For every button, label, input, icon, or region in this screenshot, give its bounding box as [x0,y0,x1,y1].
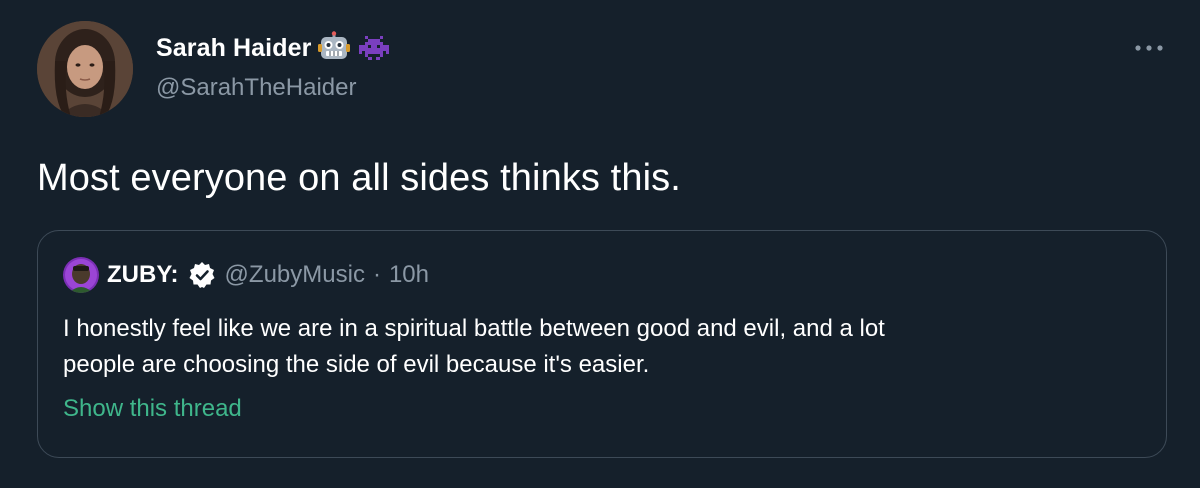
quoted-author-avatar [63,257,99,293]
quoted-author-handle: @ZubyMusic [224,261,365,288]
separator-dot: · [372,261,381,288]
quoted-tweet-text-line: I honestly feel like we are in a spiritu… [63,315,885,342]
quoted-author-display-name: ZUBY: [107,261,179,288]
more-options-icon[interactable] [1131,38,1167,58]
space-invader-emoji-icon [357,31,391,65]
robot-emoji-icon [317,31,351,65]
quoted-tweet-text-line: people are choosing the side of evil bec… [63,351,650,378]
author-handle[interactable]: @SarahTheHaider [156,74,356,102]
author-avatar[interactable] [37,21,133,117]
tweet-card: Sarah Haider @SarahTheHaider Most everyo… [0,0,1200,488]
author-name-row: Sarah Haider [156,31,391,65]
quoted-tweet-header: ZUBY: @ZubyMusic · 10h [63,255,429,295]
quoted-tweet[interactable]: ZUBY: @ZubyMusic · 10h I honestly feel l… [37,230,1167,458]
quoted-tweet-text: I honestly feel like we are in a spiritu… [63,311,1143,383]
quoted-tweet-time: 10h [388,261,429,288]
verified-badge-icon [187,260,217,290]
author-display-name[interactable]: Sarah Haider [156,34,311,63]
show-thread-link[interactable]: Show this thread [63,395,242,423]
tweet-text: Most everyone on all sides thinks this. [37,157,681,199]
